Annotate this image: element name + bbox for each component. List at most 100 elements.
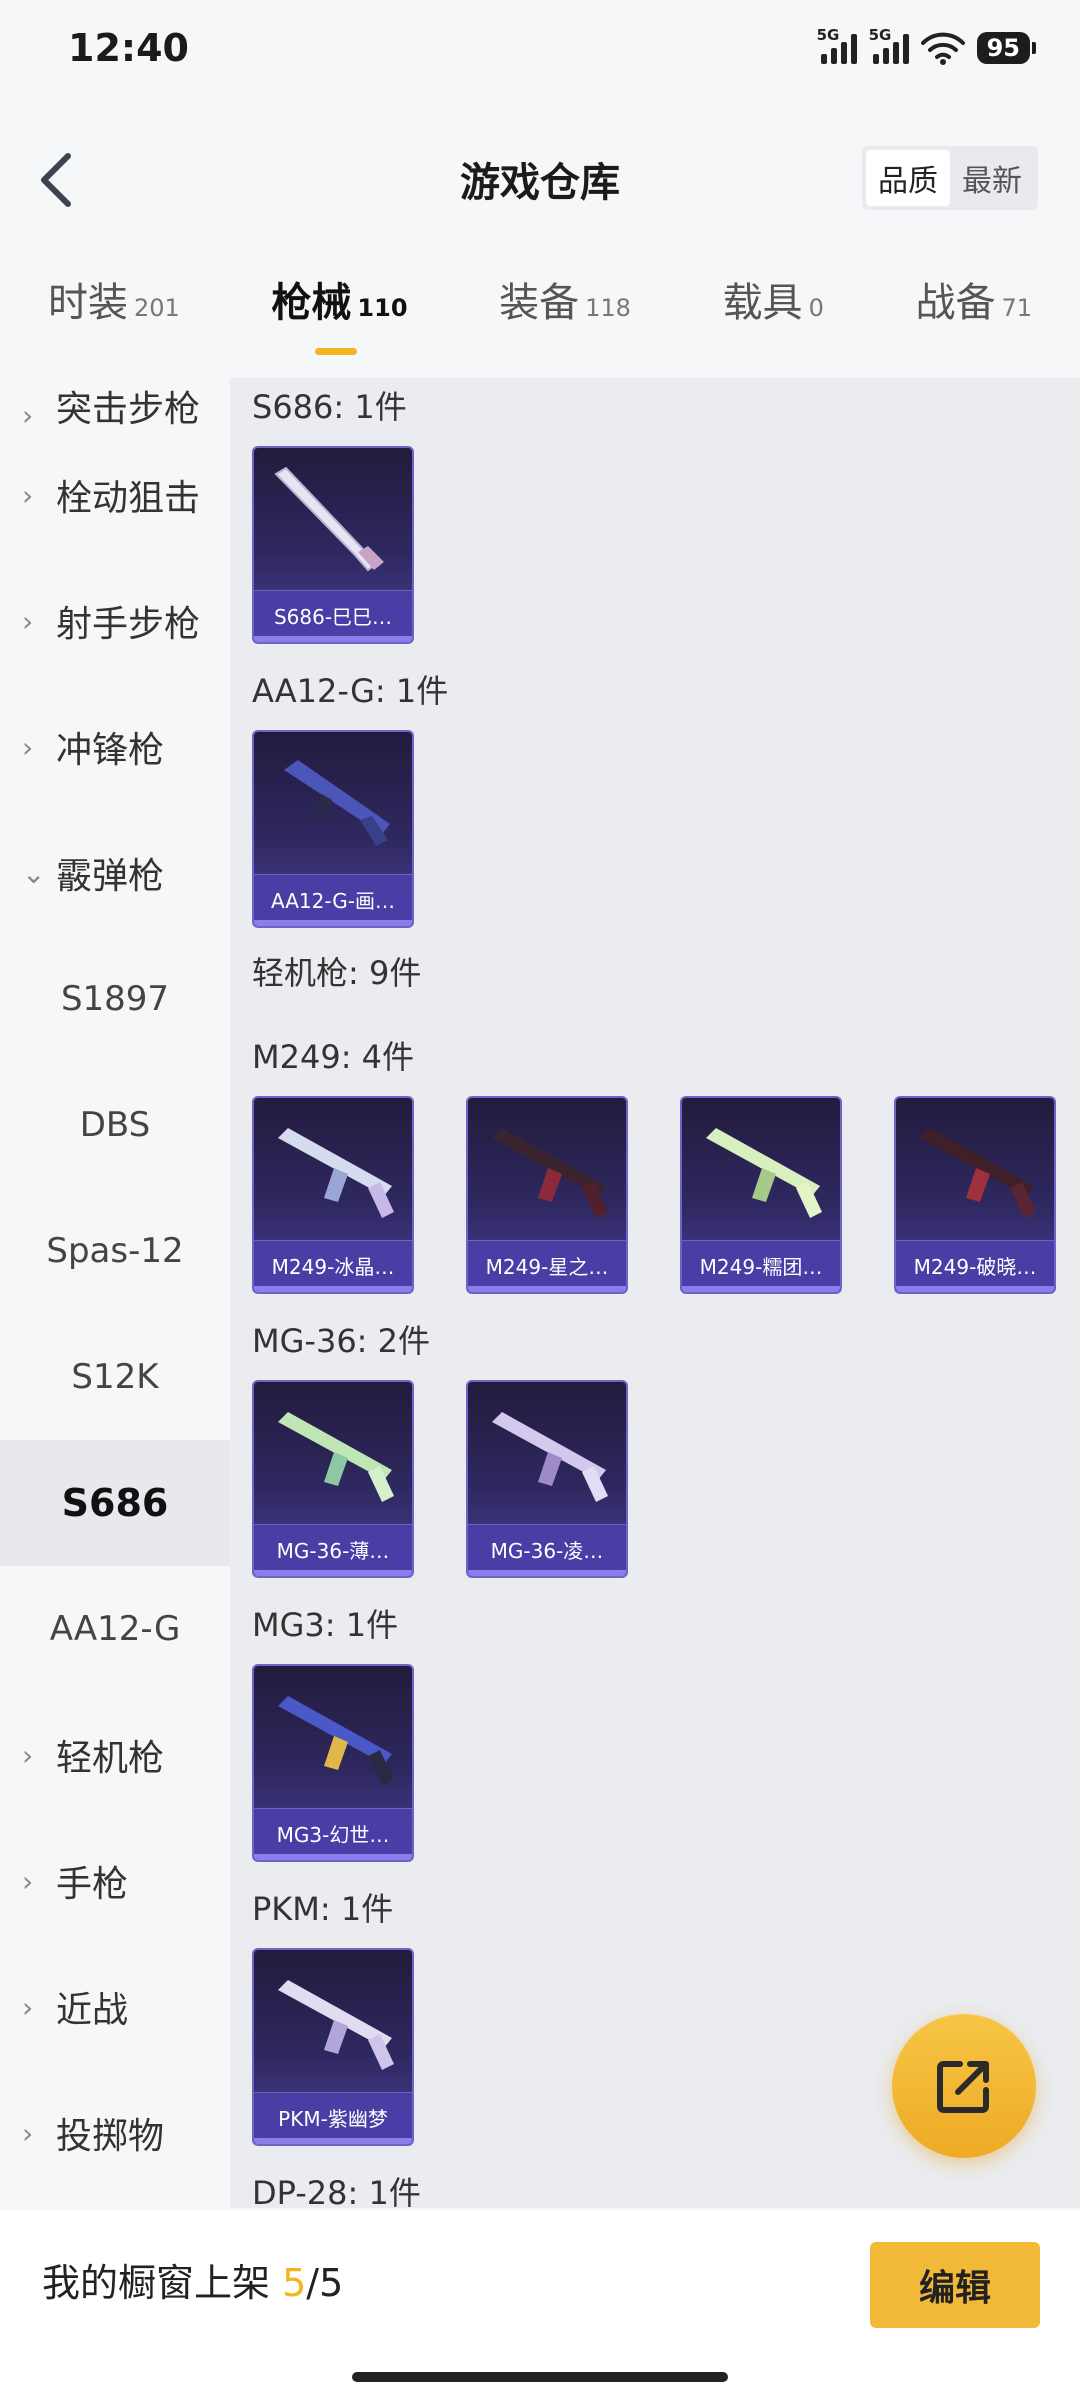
status-time: 12:40 (68, 26, 189, 70)
status-icons: 5G 5G 95 (817, 26, 1037, 65)
machine-gun-image (278, 1128, 394, 1218)
sort-by-newest[interactable]: 最新 (950, 150, 1034, 206)
category-sidebar: › 突击步枪 › 栓动狙击 › 射手步枪 › 冲锋枪 ⌄ 霰弹枪 S1897 DBS Sp… (0, 378, 230, 2208)
tab-gear[interactable]: 装备 118 (499, 270, 631, 370)
sidebar-item-label: 冲锋枪 (56, 730, 165, 771)
item-card[interactable]: M249-糯团… (680, 1096, 842, 1294)
sidebar-item-shotgun[interactable]: ⌄ 霰弹枪 (0, 810, 230, 936)
showcase-total: /5 (306, 2261, 344, 2305)
machine-gun-image (278, 1696, 394, 1786)
chevron-right-icon: › (22, 1738, 34, 1772)
edit-button[interactable]: 编辑 (870, 2242, 1040, 2328)
item-name: PKM-紫幽梦 (278, 2107, 388, 2131)
group-pkm: PKM: 1件 PKM-紫幽梦 (252, 1884, 414, 2146)
item-card[interactable]: M249-星之… (466, 1096, 628, 1294)
tab-outfits[interactable]: 时装 201 (48, 270, 180, 370)
sidebar-item-bolt-sniper[interactable]: › 栓动狙击 (0, 432, 230, 558)
tab-vehicles[interactable]: 载具 0 (723, 270, 824, 370)
item-card[interactable]: MG-36-凌… (466, 1380, 628, 1578)
cellular-signal-icon-2: 5G (869, 26, 909, 64)
sidebar-subitem-dbs[interactable]: DBS (0, 1062, 230, 1188)
group-title: S686: 1件 (252, 388, 407, 426)
sidebar-subitem-aa12g[interactable]: AA12-G (0, 1566, 230, 1692)
sidebar-item-label: 轻机枪 (56, 1738, 165, 1779)
chevron-right-icon: › (22, 604, 34, 638)
group-title: MG3: 1件 (252, 1606, 399, 1644)
tab-count: 118 (585, 294, 631, 322)
group-title: 轻机枪: 9件 (252, 954, 422, 992)
home-indicator (352, 2372, 728, 2382)
machine-gun-image (278, 1412, 394, 1502)
item-name: MG3-幻世… (276, 1823, 390, 1847)
group-title: AA12-G: 1件 (252, 672, 449, 710)
item-name: MG-36-薄… (276, 1539, 390, 1563)
category-tabs: 时装 201 枪械 110 装备 118 载具 0 战备 71 (0, 270, 1080, 370)
share-button[interactable] (892, 2014, 1036, 2158)
item-card[interactable]: MG3-幻世… (252, 1664, 414, 1862)
sidebar-subitem-s686[interactable]: S686 (0, 1440, 230, 1566)
machine-gun-image (920, 1128, 1036, 1218)
tab-supplies[interactable]: 战备 71 (915, 270, 1032, 370)
sidebar-item-throwable[interactable]: › 投掷物 (0, 2070, 230, 2196)
item-name: M249-破晓… (913, 1255, 1037, 1279)
showcase-count: 5 (282, 2261, 307, 2305)
chevron-right-icon: › (22, 730, 34, 764)
sidebar-item-melee[interactable]: › 近战 (0, 1944, 230, 2070)
item-name: S686-巳巳… (273, 605, 393, 629)
sidebar-item-label: 突击步枪 (56, 389, 201, 430)
sidebar-item-label: 投掷物 (56, 2116, 165, 2157)
sidebar-subitem-s1897[interactable]: S1897 (0, 936, 230, 1062)
chevron-right-icon: › (22, 399, 34, 432)
machine-gun-image (278, 1980, 394, 2070)
item-card[interactable]: S686-巳巳… (252, 446, 414, 644)
tab-count: 0 (808, 294, 824, 322)
sidebar-item-lmg[interactable]: › 轻机枪 (0, 1692, 230, 1818)
item-card[interactable]: AA12-G-画… (252, 730, 414, 928)
group-title: PKM: 1件 (252, 1890, 394, 1928)
tab-label: 时装 (48, 280, 128, 326)
cellular-signal-icon: 5G (817, 26, 857, 64)
tab-count: 71 (1001, 294, 1032, 322)
sidebar-item-label: 霰弹枪 (56, 856, 165, 897)
chevron-right-icon: › (22, 1864, 34, 1898)
machine-gun-image (492, 1128, 608, 1218)
machine-gun-image (492, 1412, 608, 1502)
tab-guns[interactable]: 枪械 110 (271, 270, 408, 370)
item-name: AA12-G-画… (270, 889, 396, 913)
group-s686: S686: 1件 S686-巳巳… (252, 382, 414, 644)
machine-gun-image (706, 1128, 822, 1218)
sort-by-quality[interactable]: 品质 (866, 150, 950, 206)
item-name: MG-36-凌… (490, 1539, 604, 1563)
group-m249: M249: 4件 M249-冰晶… M249-星之… M249-糯团… M249… (252, 1032, 1056, 1294)
item-card[interactable]: M249-冰晶… (252, 1096, 414, 1294)
tab-label: 装备 (499, 280, 580, 326)
network-type-label-2: 5G (868, 26, 892, 44)
sidebar-item-label: 手枪 (56, 1864, 129, 1905)
chevron-right-icon: › (22, 2116, 34, 2150)
item-card[interactable]: PKM-紫幽梦 (252, 1948, 414, 2146)
chevron-right-icon: › (22, 478, 34, 512)
sidebar-subitem-s12k[interactable]: S12K (0, 1314, 230, 1440)
sort-toggle: 品质 最新 (862, 146, 1038, 210)
sidebar-item-label: 射手步枪 (56, 604, 201, 645)
battery-indicator: 95 (976, 32, 1037, 64)
item-name: M249-星之… (485, 1255, 609, 1279)
bottom-bar: 我的橱窗上架 5/5 编辑 (0, 2210, 1080, 2400)
item-card[interactable]: M249-破晓… (894, 1096, 1056, 1294)
active-tab-indicator (315, 348, 358, 355)
header: 游戏仓库 品质 最新 (0, 130, 1080, 226)
sidebar-item-dmr[interactable]: › 射手步枪 (0, 558, 230, 684)
shotgun-image (274, 466, 384, 572)
sidebar-subitem-spas12[interactable]: Spas-12 (0, 1188, 230, 1314)
item-card[interactable]: MG-36-薄… (252, 1380, 414, 1578)
status-bar: 12:40 5G 5G 95 (0, 0, 1080, 96)
group-lmg: 轻机枪: 9件 (252, 948, 421, 998)
group-aa12g: AA12-G: 1件 AA12-G-画… (252, 666, 448, 928)
tab-label: 枪械 (271, 280, 352, 326)
sidebar-item-assault-rifle[interactable]: › 突击步枪 (0, 378, 230, 432)
shotgun-image (284, 760, 390, 846)
sidebar-item-smg[interactable]: › 冲锋枪 (0, 684, 230, 810)
item-list: S686: 1件 S686-巳巳… AA12-G: 1件 AA12-G-画… 轻… (230, 378, 1080, 2208)
sidebar-item-pistol[interactable]: › 手枪 (0, 1818, 230, 1944)
chevron-right-icon: › (22, 1990, 34, 2024)
